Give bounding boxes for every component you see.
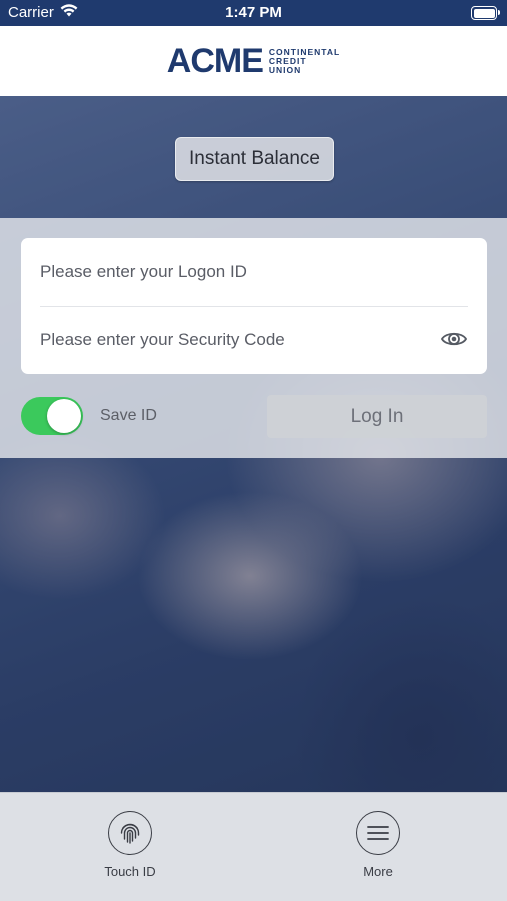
- fingerprint-icon: [108, 811, 152, 855]
- clock: 1:47 PM: [225, 4, 282, 21]
- touch-id-label: Touch ID: [104, 864, 156, 879]
- app-header: ACME CONTINENTAL CREDIT UNION: [0, 26, 507, 97]
- log-in-button[interactable]: Log In: [267, 395, 487, 438]
- security-code-field[interactable]: Please enter your Security Code: [40, 306, 468, 374]
- instant-balance-button[interactable]: Instant Balance: [175, 137, 334, 181]
- bottom-bar: Touch ID More: [0, 792, 507, 901]
- toggle-knob: [47, 399, 81, 433]
- more-label: More: [363, 864, 393, 879]
- status-bar: Carrier 1:47 PM: [0, 0, 507, 26]
- battery-icon: [471, 6, 500, 20]
- logo-subtitle: CONTINENTAL CREDIT UNION: [268, 47, 340, 75]
- logo-sub-line: UNION: [268, 64, 302, 75]
- more-button[interactable]: More: [328, 811, 428, 879]
- touch-id-button[interactable]: Touch ID: [80, 811, 180, 879]
- acme-logo: ACME CONTINENTAL CREDIT UNION: [167, 44, 340, 78]
- logon-id-placeholder: Please enter your Logon ID: [40, 262, 247, 281]
- security-code-placeholder: Please enter your Security Code: [40, 330, 285, 349]
- menu-icon: [356, 811, 400, 855]
- save-id-label: Save ID: [100, 407, 157, 424]
- login-panel: Please enter your Logon ID Please enter …: [0, 218, 507, 458]
- logo-wordmark: ACME: [166, 42, 264, 80]
- logon-id-field[interactable]: Please enter your Logon ID: [40, 238, 468, 307]
- login-card: Please enter your Logon ID Please enter …: [21, 238, 487, 374]
- eye-icon[interactable]: [440, 328, 468, 350]
- save-id-toggle[interactable]: [21, 397, 83, 435]
